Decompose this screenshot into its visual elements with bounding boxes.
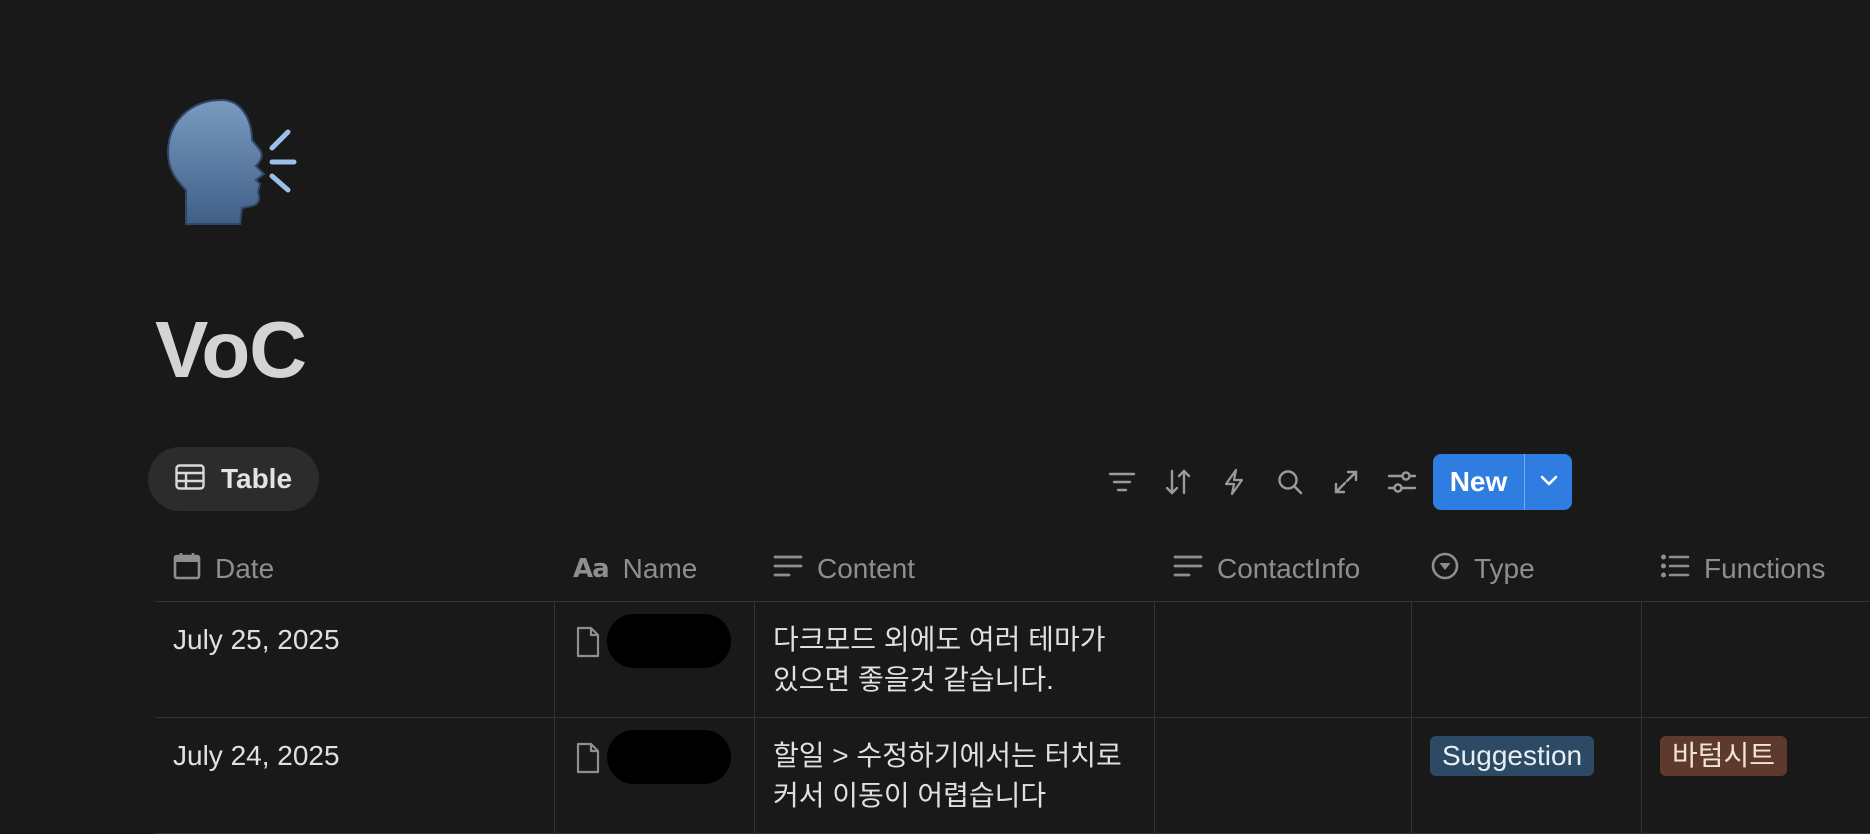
functions-cell[interactable]: 바텀시트: [1642, 718, 1870, 833]
column-header-date[interactable]: Date: [155, 537, 555, 601]
content-value: 할일 > 수정하기에서는 터치로 커서 이동이 어렵습니다: [773, 740, 1122, 811]
calendar-icon: [173, 552, 201, 587]
column-label: ContactInfo: [1217, 553, 1361, 584]
column-label: Functions: [1704, 553, 1826, 584]
page-document-icon: [575, 626, 601, 669]
column-label: Content: [817, 553, 916, 584]
expand-icon[interactable]: [1318, 456, 1374, 508]
redacted-name: [607, 614, 731, 668]
name-cell[interactable]: [555, 602, 755, 717]
select-icon: [1430, 551, 1460, 588]
date-cell[interactable]: July 25, 2025: [155, 602, 555, 717]
functions-cell[interactable]: [1642, 602, 1870, 717]
column-header-contactinfo[interactable]: ContactInfo: [1155, 537, 1412, 601]
column-header-functions[interactable]: Functions: [1642, 537, 1870, 601]
contactinfo-cell[interactable]: [1155, 602, 1412, 717]
new-button[interactable]: New: [1433, 454, 1525, 510]
contactinfo-cell[interactable]: [1155, 718, 1412, 833]
content-cell[interactable]: 할일 > 수정하기에서는 터치로 커서 이동이 어렵습니다: [755, 718, 1155, 833]
text-lines-icon: [773, 553, 803, 585]
sort-icon[interactable]: [1150, 456, 1206, 508]
speaking-head-icon[interactable]: [160, 96, 320, 226]
table-icon: [175, 463, 205, 495]
table-row[interactable]: July 24, 2025 할일 > 수정하기에서는 터치로 커서 이동이 어렵…: [155, 718, 1870, 834]
column-header-type[interactable]: Type: [1412, 537, 1642, 601]
type-tag: Suggestion: [1430, 736, 1595, 776]
title-aa-icon: Aa: [573, 554, 610, 584]
search-icon[interactable]: [1262, 456, 1318, 508]
page-title[interactable]: VoC: [155, 310, 307, 390]
page-document-icon: [575, 742, 601, 785]
column-header-content[interactable]: Content: [755, 537, 1155, 601]
database-table: Date Aa Name Content ContactInfo Type Fu…: [155, 537, 1870, 834]
type-cell[interactable]: [1412, 602, 1642, 717]
table-header: Date Aa Name Content ContactInfo Type Fu…: [155, 537, 1870, 602]
date-cell[interactable]: July 24, 2025: [155, 718, 555, 833]
multi-select-list-icon: [1660, 553, 1690, 586]
date-value: July 25, 2025: [173, 624, 340, 655]
chevron-down-icon: [1539, 473, 1559, 492]
column-header-name[interactable]: Aa Name: [555, 537, 755, 601]
redacted-name: [607, 730, 731, 784]
new-dropdown-button[interactable]: [1525, 454, 1572, 510]
date-value: July 24, 2025: [173, 740, 340, 771]
name-cell[interactable]: [555, 718, 755, 833]
column-label: Type: [1474, 553, 1535, 584]
text-lines-icon: [1173, 553, 1203, 585]
content-cell[interactable]: 다크모드 외에도 여러 테마가 있으면 좋을것 같습니다.: [755, 602, 1155, 717]
filter-icon[interactable]: [1094, 456, 1150, 508]
column-label: Name: [622, 553, 698, 584]
new-button-group: New: [1433, 454, 1572, 510]
type-cell[interactable]: Suggestion: [1412, 718, 1642, 833]
function-tag: 바텀시트: [1660, 736, 1788, 776]
database-toolbar: [1094, 456, 1430, 508]
table-row[interactable]: July 25, 2025 다크모드 외에도 여러 테마가 있으면 좋을것 같습…: [155, 602, 1870, 718]
settings-sliders-icon[interactable]: [1374, 456, 1430, 508]
view-tab-table[interactable]: Table: [148, 447, 319, 511]
automation-bolt-icon[interactable]: [1206, 456, 1262, 508]
content-value: 다크모드 외에도 여러 테마가 있으면 좋을것 같습니다.: [773, 624, 1106, 695]
column-label: Date: [215, 553, 275, 584]
view-tab-label: Table: [220, 463, 293, 494]
